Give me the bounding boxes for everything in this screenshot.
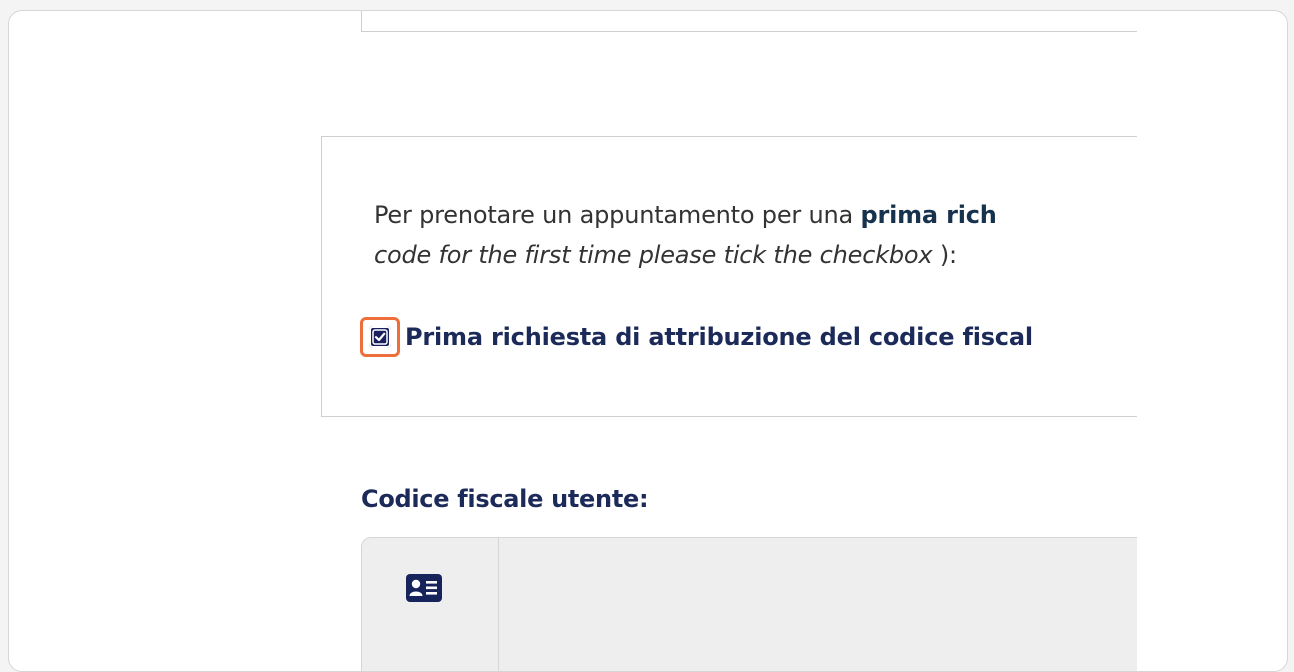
notice-line-1: Per prenotare un appuntamento per una pr… — [374, 201, 997, 229]
checkbox-highlight[interactable] — [360, 317, 400, 357]
first-request-checkbox-row[interactable]: Prima richiesta di attribuzione del codi… — [360, 317, 1033, 357]
checkmark-icon — [372, 329, 388, 345]
previous-section-box — [361, 11, 1137, 32]
fiscal-code-label: Codice fiscale utente: — [361, 485, 649, 513]
first-request-checkbox-label[interactable]: Prima richiesta di attribuzione del codi… — [405, 323, 1033, 351]
notice-line-2: code for the first time please tick the … — [374, 241, 957, 269]
id-card-icon — [406, 574, 442, 602]
fiscal-code-input-group — [361, 537, 1137, 671]
screenshot-frame: Per prenotare un appuntamento per una pr… — [8, 10, 1288, 672]
notice-suffix: ): — [932, 241, 957, 269]
notice-english-text: code for the first time please tick the … — [374, 241, 933, 269]
page-viewport: Per prenotare un appuntamento per una pr… — [9, 11, 1137, 671]
first-request-notice: Per prenotare un appuntamento per una pr… — [321, 136, 1137, 417]
fiscal-code-input[interactable] — [499, 538, 1137, 671]
notice-bold-text: prima rich — [860, 201, 997, 229]
first-request-checkbox[interactable] — [369, 326, 391, 348]
fiscal-code-addon — [362, 538, 499, 671]
notice-text: Per prenotare un appuntamento per una — [374, 201, 861, 229]
